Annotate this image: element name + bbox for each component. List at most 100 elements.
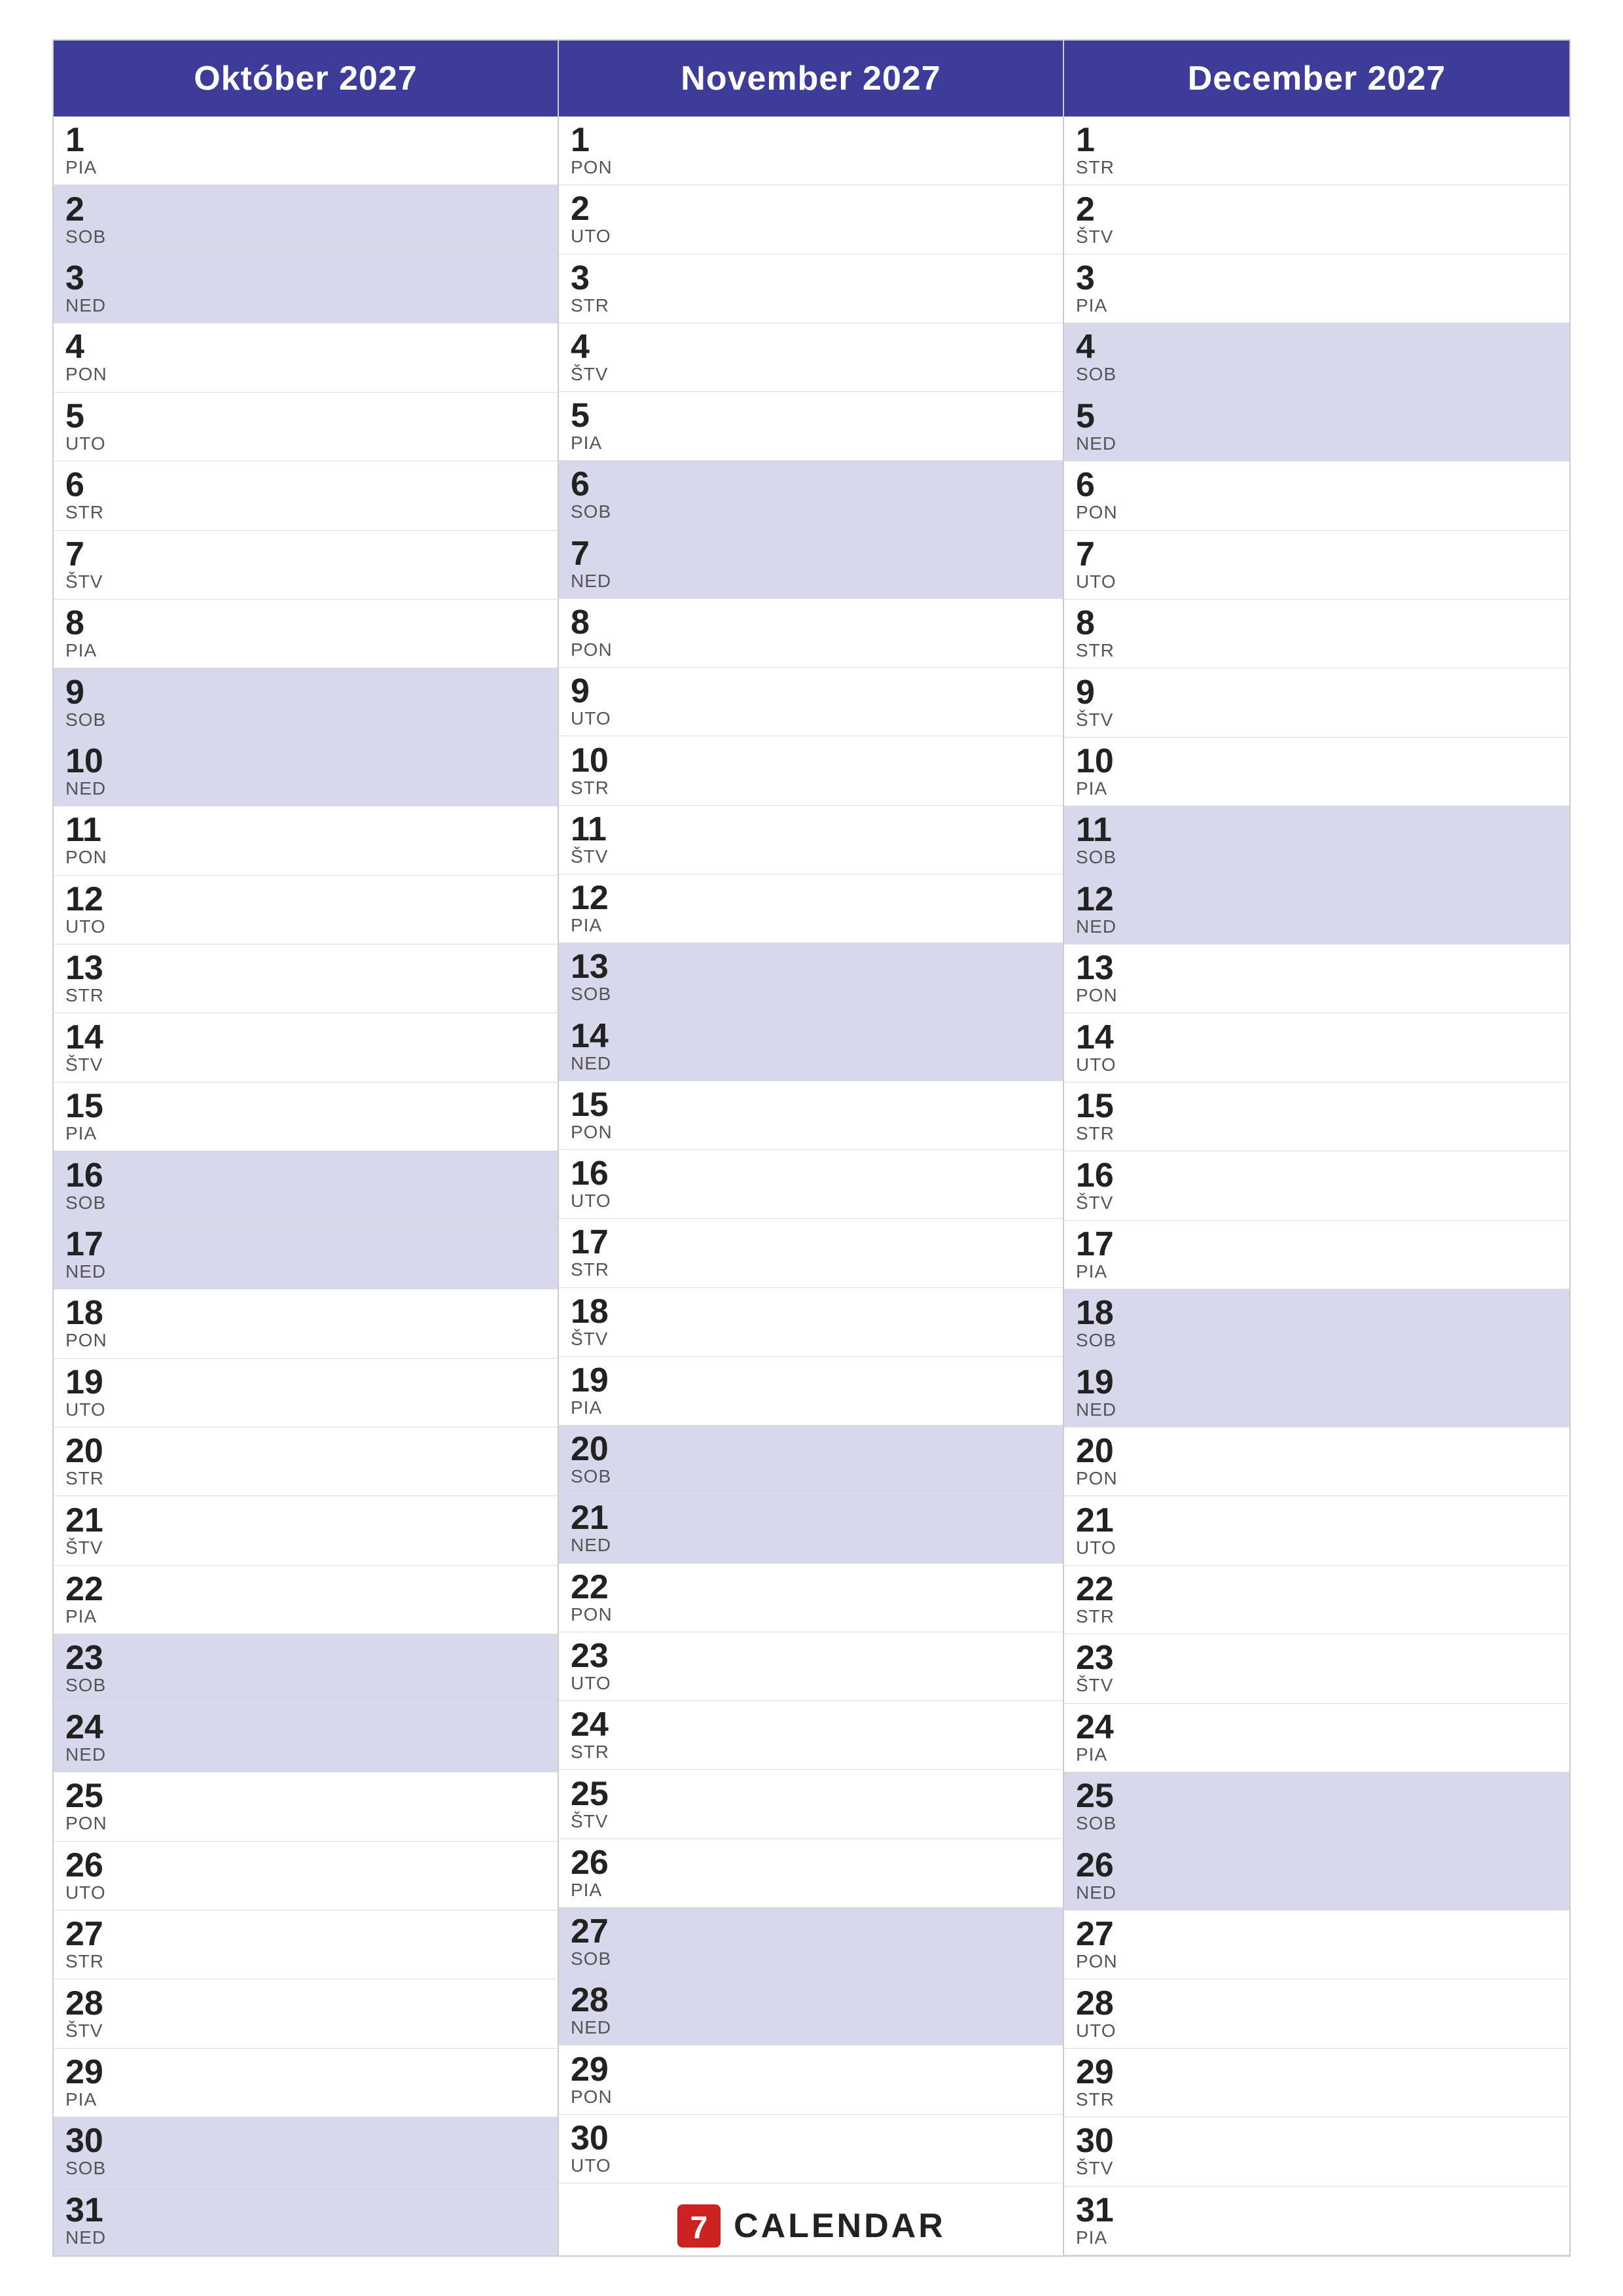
day-number: 11 xyxy=(571,812,608,846)
day-row: 17NED xyxy=(54,1221,558,1289)
day-name: PIA xyxy=(65,157,97,178)
day-name: STR xyxy=(65,502,104,523)
month-col-1: November 20271PON2UTO3STR4ŠTV5PIA6SOB7NE… xyxy=(559,41,1064,2255)
day-number: 12 xyxy=(571,881,609,915)
day-number: 8 xyxy=(65,606,97,640)
day-name: PIA xyxy=(571,915,609,936)
day-row: 26NED xyxy=(1064,1842,1569,1910)
day-number: 8 xyxy=(1076,606,1115,640)
day-name: NED xyxy=(65,1261,106,1282)
day-name: PON xyxy=(571,2087,613,2108)
day-row: 9ŠTV xyxy=(1064,668,1569,737)
day-number: 18 xyxy=(1076,1296,1116,1330)
day-row: 11PON xyxy=(54,806,558,875)
day-row: 21UTO xyxy=(1064,1496,1569,1565)
day-row: 28ŠTV xyxy=(54,1979,558,2048)
day-number: 3 xyxy=(1076,261,1107,295)
day-row: 6PON xyxy=(1064,461,1569,530)
month-header-0: Október 2027 xyxy=(54,41,558,117)
day-name: PIA xyxy=(571,433,602,454)
day-name: PON xyxy=(1076,502,1118,523)
day-row: 27SOB xyxy=(559,1908,1063,1977)
day-name: ŠTV xyxy=(65,1054,103,1075)
day-name: ŠTV xyxy=(571,1329,609,1350)
day-row: 23UTO xyxy=(559,1632,1063,1701)
day-name: SOB xyxy=(1076,364,1116,385)
day-number: 24 xyxy=(65,1710,106,1744)
day-name: SOB xyxy=(65,709,106,730)
day-row: 25SOB xyxy=(1064,1772,1569,1841)
day-row: 4SOB xyxy=(1064,323,1569,392)
day-row: 23ŠTV xyxy=(1064,1634,1569,1703)
day-name: STR xyxy=(571,1259,609,1280)
day-name: SOB xyxy=(571,1466,611,1487)
day-row: 28UTO xyxy=(1064,1979,1569,2048)
days-container-0: 1PIA2SOB3NED4PON5UTO6STR7ŠTV8PIA9SOB10NE… xyxy=(54,117,558,2255)
day-name: UTO xyxy=(65,1399,106,1420)
day-name: SOB xyxy=(571,501,611,522)
day-number: 23 xyxy=(1076,1641,1114,1675)
day-row: 13STR xyxy=(54,944,558,1013)
day-name: NED xyxy=(1076,1399,1116,1420)
day-number: 21 xyxy=(65,1503,103,1537)
day-row: 12PIA xyxy=(559,874,1063,943)
day-row: 27STR xyxy=(54,1910,558,1979)
day-number: 20 xyxy=(571,1432,611,1466)
day-row: 16UTO xyxy=(559,1150,1063,1219)
day-number: 30 xyxy=(571,2121,611,2155)
day-row: 25PON xyxy=(54,1772,558,1841)
day-name: ŠTV xyxy=(65,1537,103,1558)
day-name: PON xyxy=(65,1330,107,1351)
day-number: 24 xyxy=(571,1708,609,1742)
calendar-grid: Október 20271PIA2SOB3NED4PON5UTO6STR7ŠTV… xyxy=(52,39,1571,2257)
day-row: 17STR xyxy=(559,1219,1063,1287)
day-row: 24STR xyxy=(559,1701,1063,1770)
day-number: 8 xyxy=(571,605,613,639)
day-row: 29PIA xyxy=(54,2049,558,2117)
day-number: 9 xyxy=(571,674,611,708)
day-number: 5 xyxy=(571,399,602,433)
day-name: UTO xyxy=(571,1673,611,1694)
day-name: ŠTV xyxy=(1076,1675,1114,1696)
day-name: PON xyxy=(65,1813,107,1834)
day-name: UTO xyxy=(1076,1054,1116,1075)
day-row: 12UTO xyxy=(54,876,558,944)
day-number: 9 xyxy=(65,675,106,709)
day-row: 30SOB xyxy=(54,2117,558,2186)
day-row: 2ŠTV xyxy=(1064,185,1569,254)
day-row: 24NED xyxy=(54,1704,558,1772)
day-number: 2 xyxy=(65,192,106,226)
day-row: 7ŠTV xyxy=(54,531,558,600)
day-number: 26 xyxy=(65,1848,106,1882)
day-name: PIA xyxy=(1076,778,1114,799)
day-row: 1PON xyxy=(559,117,1063,185)
day-number: 3 xyxy=(571,261,609,295)
day-number: 26 xyxy=(1076,1848,1116,1882)
day-name: STR xyxy=(1076,157,1115,178)
day-name: SOB xyxy=(1076,1813,1116,1834)
day-number: 7 xyxy=(571,537,611,571)
day-row: 14UTO xyxy=(1064,1013,1569,1082)
day-name: UTO xyxy=(1076,571,1116,592)
day-row: 15STR xyxy=(1064,1083,1569,1151)
day-number: 27 xyxy=(571,1914,611,1948)
day-row: 28NED xyxy=(559,1977,1063,2045)
day-name: NED xyxy=(65,2227,106,2248)
day-number: 21 xyxy=(1076,1503,1116,1537)
day-row: 5PIA xyxy=(559,392,1063,461)
day-row: 15PIA xyxy=(54,1083,558,1151)
day-row: 12NED xyxy=(1064,876,1569,944)
day-number: 17 xyxy=(65,1227,106,1261)
day-number: 13 xyxy=(571,950,611,984)
day-number: 24 xyxy=(1076,1710,1114,1744)
day-row: 2UTO xyxy=(559,185,1063,254)
day-name: PIA xyxy=(65,640,97,661)
day-row: 31PIA xyxy=(1064,2187,1569,2255)
day-row: 20PON xyxy=(1064,1427,1569,1496)
day-name: PIA xyxy=(1076,2227,1114,2248)
day-number: 17 xyxy=(571,1225,609,1259)
day-number: 4 xyxy=(571,330,608,364)
day-number: 15 xyxy=(1076,1089,1115,1123)
day-name: UTO xyxy=(571,1191,611,1211)
day-number: 19 xyxy=(571,1363,609,1397)
